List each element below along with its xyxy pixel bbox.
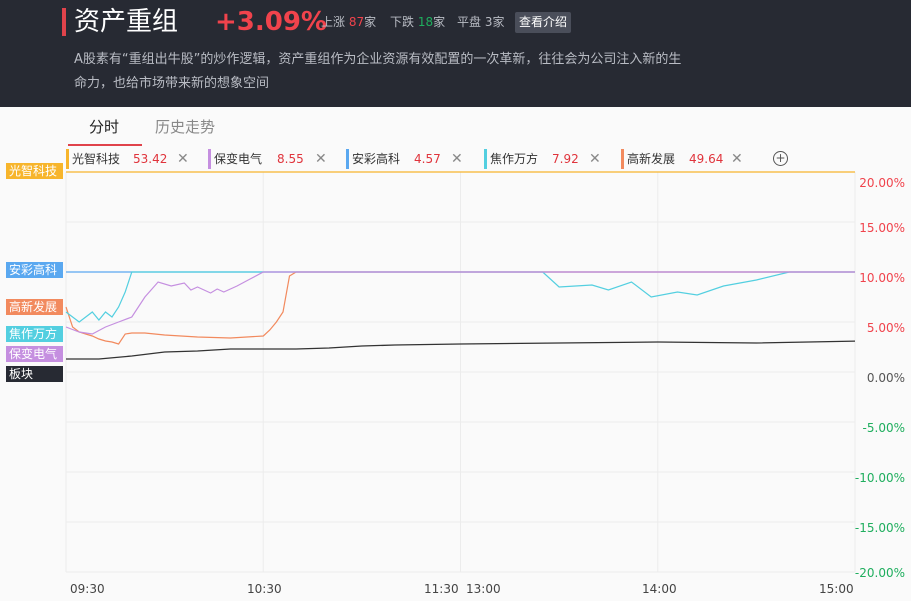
- x-tick-label: 11:30: [424, 582, 459, 596]
- x-tick-label: 15:00: [819, 582, 854, 596]
- y-tick-label: 10.00%: [859, 271, 905, 285]
- y-tick-label: 5.00%: [866, 321, 905, 335]
- intraday-chart: [65, 171, 856, 573]
- y-tick-label: -10.00%: [854, 471, 905, 485]
- legend-tag: 高新发展: [6, 299, 63, 315]
- y-tick-label: -20.00%: [854, 566, 905, 580]
- y-tick-label: -5.00%: [862, 421, 905, 435]
- x-tick-label: 09:30: [70, 582, 105, 596]
- legend-tag: 光智科技: [6, 163, 63, 179]
- legend-tag: 保变电气: [6, 346, 63, 362]
- legend-tag: 板块: [6, 366, 63, 382]
- legend-tag: 焦作万方: [6, 326, 63, 342]
- chart-grid: [65, 171, 856, 573]
- y-tick-label: 20.00%: [859, 176, 905, 190]
- x-tick-label: 13:00: [466, 582, 501, 596]
- legend-tag: 安彩高科: [6, 262, 63, 278]
- x-tick-label: 14:00: [642, 582, 677, 596]
- y-tick-label: -15.00%: [854, 521, 905, 535]
- x-tick-label: 10:30: [247, 582, 282, 596]
- y-tick-label: 0.00%: [866, 371, 905, 385]
- y-tick-label: 15.00%: [859, 221, 905, 235]
